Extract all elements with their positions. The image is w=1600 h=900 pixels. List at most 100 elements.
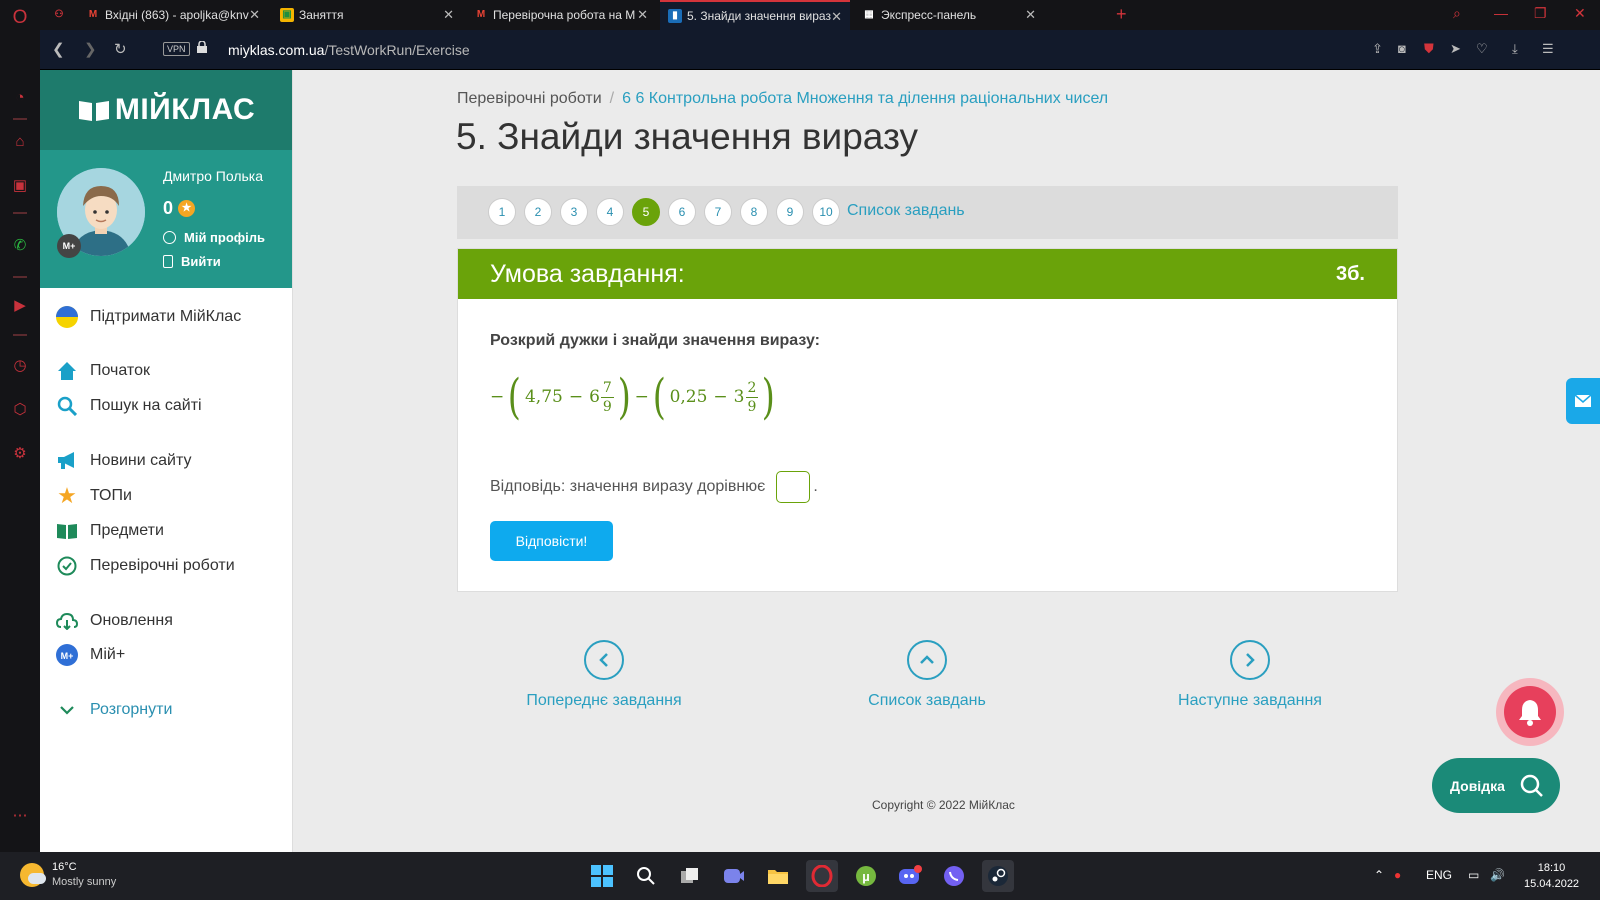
answer-input[interactable]: [776, 471, 811, 503]
tab-gmail-inbox[interactable]: M Вхідні (863) - apoljka@knv ✕: [78, 0, 268, 30]
chevron-right-icon: [1230, 640, 1270, 680]
page-7[interactable]: 7: [704, 198, 732, 226]
search-icon: [56, 395, 78, 417]
menu-item-support[interactable]: Підтримати МійКлас: [56, 306, 241, 328]
answer-row: Відповідь: значення виразу дорівнює .: [490, 471, 818, 503]
send-icon[interactable]: ➤: [1450, 41, 1461, 57]
tab-close-icon[interactable]: ✕: [831, 9, 842, 25]
speed-dial-sidebar-icon[interactable]: ◔: [10, 88, 30, 108]
question-text: Розкрий дужки і знайди значення виразу:: [490, 332, 820, 349]
tab-close-icon[interactable]: ✕: [1025, 7, 1036, 23]
breadcrumb: Перевірочні роботи / 6 6 Контрольна робота…: [457, 90, 1108, 108]
svg-text:µ: µ: [862, 869, 870, 884]
more-icon[interactable]: ⋯: [10, 806, 30, 826]
heart-icon[interactable]: ♡: [1476, 41, 1488, 57]
menu-item-home[interactable]: Початок: [56, 360, 150, 382]
menu-item-updates[interactable]: Оновлення: [56, 610, 173, 632]
menu-item-news[interactable]: Новини сайту: [56, 450, 191, 472]
network-icon[interactable]: ▭: [1468, 868, 1479, 882]
tab-speed-dial[interactable]: ▦ Экспресс-панель ✕: [854, 0, 1044, 30]
extensions-icon[interactable]: ⬡: [10, 400, 30, 420]
help-button[interactable]: Довідка: [1432, 758, 1560, 813]
menu-item-tests[interactable]: Перевірочні роботи: [56, 555, 235, 577]
page-8[interactable]: 8: [740, 198, 768, 226]
download-icon[interactable]: ⤓: [1512, 41, 1518, 57]
utorrent-icon[interactable]: µ: [850, 860, 882, 892]
submit-answer-button[interactable]: Відповісти!: [490, 521, 613, 561]
opera-taskbar-icon[interactable]: [806, 860, 838, 892]
teams-chat-icon[interactable]: [718, 860, 750, 892]
search-icon[interactable]: [630, 860, 662, 892]
easy-setup-icon[interactable]: ☰: [1542, 41, 1554, 57]
tab-pinned[interactable]: ⚇: [44, 0, 74, 30]
opera-logo-icon[interactable]: O: [10, 8, 30, 28]
task-view-icon[interactable]: [674, 860, 706, 892]
twitch-icon[interactable]: ▣: [10, 176, 30, 196]
tab-close-icon[interactable]: ✕: [249, 7, 260, 23]
history-icon[interactable]: ◷: [10, 356, 30, 376]
star-icon: ★: [178, 200, 196, 217]
menu-item-expand[interactable]: Розгорнути: [56, 699, 172, 721]
volume-icon[interactable]: 🔊: [1490, 868, 1505, 882]
page-4[interactable]: 4: [596, 198, 624, 226]
menu-item-tops[interactable]: ★ ТОПи: [56, 483, 132, 508]
tab-current[interactable]: ▮ 5. Знайди значення вираз ✕: [660, 0, 850, 30]
whatsapp-icon[interactable]: ✆: [10, 236, 30, 256]
antivirus-tray-icon[interactable]: ●: [1394, 868, 1401, 882]
page-1[interactable]: 1: [488, 198, 516, 226]
logout-link[interactable]: Вийти: [163, 254, 221, 269]
site-logo[interactable]: МІЙКЛАС: [40, 70, 292, 150]
tab-close-icon[interactable]: ✕: [443, 7, 454, 23]
page-2[interactable]: 2: [524, 198, 552, 226]
tab-search-icon[interactable]: ⌕: [1453, 5, 1461, 22]
task-list-link[interactable]: Список завдань: [847, 202, 965, 220]
weather-widget[interactable]: 16°C Mostly sunny: [20, 860, 116, 890]
breadcrumb-root[interactable]: Перевірочні роботи: [457, 90, 602, 107]
tab-classroom[interactable]: ▣ Заняття ✕: [272, 0, 462, 30]
system-clock[interactable]: 18:10 15.04.2022: [1524, 860, 1579, 892]
minimize-icon[interactable]: —: [1494, 5, 1508, 21]
vpn-badge[interactable]: VPN: [163, 42, 190, 56]
back-icon[interactable]: ❮: [52, 40, 65, 58]
task-list-bottom-link[interactable]: Список завдань: [827, 640, 1027, 710]
page-5-current[interactable]: 5: [632, 198, 660, 226]
restore-icon[interactable]: ❐: [1534, 5, 1547, 22]
snapshot-icon[interactable]: ◙: [1398, 41, 1406, 56]
breadcrumb-current[interactable]: 6 6 Контрольна робота Множення та діленн…: [622, 90, 1108, 107]
my-profile-link[interactable]: Мій профіль: [163, 230, 265, 245]
mail-feedback-tab[interactable]: [1566, 378, 1600, 424]
url-field[interactable]: miyklas.com.ua/TestWorkRun/Exercise: [228, 42, 470, 58]
prev-task-link[interactable]: Попереднє завдання: [504, 640, 704, 710]
show-hidden-icons[interactable]: ⌃: [1374, 868, 1384, 882]
page-3[interactable]: 3: [560, 198, 588, 226]
menu-item-subjects[interactable]: Предмети: [56, 520, 164, 542]
close-window-icon[interactable]: ✕: [1574, 5, 1586, 22]
tab-gmail-test[interactable]: M Перевірочна робота на М ✕: [466, 0, 656, 30]
reload-icon[interactable]: ↻: [114, 40, 127, 58]
settings-icon[interactable]: ⚙: [10, 444, 30, 464]
steam-icon[interactable]: [982, 860, 1014, 892]
tab-close-icon[interactable]: ✕: [637, 7, 648, 23]
file-explorer-icon[interactable]: [762, 860, 794, 892]
forward-icon[interactable]: ❯: [84, 40, 97, 58]
discord-icon[interactable]: [894, 860, 926, 892]
share-icon[interactable]: ⇪: [1372, 41, 1383, 57]
page-9[interactable]: 9: [776, 198, 804, 226]
gmail-icon: M: [88, 9, 98, 20]
menu-item-search[interactable]: Пошук на сайті: [56, 395, 202, 417]
cloud-update-icon: [56, 610, 78, 632]
shopping-icon[interactable]: ⌂: [10, 132, 30, 152]
menu-item-miy-plus[interactable]: M+ Мій+: [56, 644, 125, 666]
notifications-button[interactable]: [1496, 678, 1564, 746]
page-6[interactable]: 6: [668, 198, 696, 226]
language-indicator[interactable]: ENG: [1426, 868, 1452, 882]
page-10[interactable]: 10: [812, 198, 840, 226]
brand-name: МІЙКЛАС: [114, 93, 256, 126]
new-tab-icon[interactable]: +: [1116, 4, 1127, 25]
next-task-link[interactable]: Наступне завдання: [1150, 640, 1350, 710]
player-icon[interactable]: ▶: [10, 296, 30, 316]
sidebar-divider: [13, 118, 27, 120]
start-icon[interactable]: [586, 860, 618, 892]
adblock-shield-icon[interactable]: ⛊: [1424, 41, 1434, 57]
viber-icon[interactable]: [938, 860, 970, 892]
